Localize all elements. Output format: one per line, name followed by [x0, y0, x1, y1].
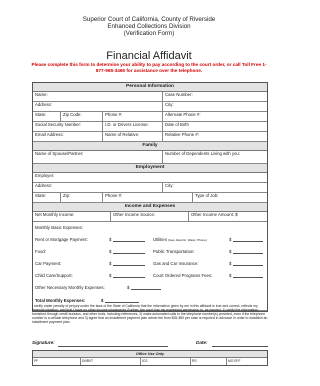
court-name: Superior Court of California, County of …	[82, 16, 216, 23]
financial-affidavit-page: Superior Court of California, County of …	[0, 0, 298, 386]
address-field[interactable]: Address:	[33, 102, 163, 111]
page-title: Financial Affidavit	[106, 50, 192, 62]
employer-state-field[interactable]: State:	[33, 193, 61, 202]
gas-insurance-input[interactable]	[233, 265, 263, 266]
section-income: Income and Expenses	[33, 203, 267, 212]
state-field[interactable]: State:	[33, 112, 61, 121]
utilities-label-text: Utilities	[153, 237, 167, 242]
food-label: Food:	[35, 249, 46, 254]
transport-currency: $	[229, 249, 232, 254]
alt-phone-field[interactable]: Alternate Phone #:	[163, 112, 267, 121]
signature-line[interactable]	[58, 346, 168, 347]
utilities-currency: $	[229, 237, 232, 242]
office-cell-rs: RS	[191, 358, 227, 365]
office-use-heading: Office Use Only	[33, 351, 267, 358]
transport-label: Public Transportation:	[153, 249, 195, 254]
total-expenses-currency: $	[101, 298, 104, 303]
email-field[interactable]: Email Address:	[33, 132, 103, 141]
other-expenses-input[interactable]	[131, 289, 161, 290]
employer-city-field[interactable]: City:	[163, 183, 267, 192]
office-cell-dnrit: DNR/IT	[81, 358, 141, 365]
section-personal: Personal Information	[33, 83, 267, 92]
office-cell-ics: ICS	[141, 358, 191, 365]
gas-insurance-label: Gas and Car Insurance:	[153, 261, 199, 266]
court-fees-label: Court Ordered Programs Fees:	[153, 273, 213, 278]
car-currency: $	[109, 261, 112, 266]
date-line[interactable]	[212, 346, 268, 347]
court-fees-currency: $	[229, 273, 232, 278]
form-note: (Verification Form)	[123, 30, 175, 37]
dependents-field[interactable]: Number of Dependents Living with you:	[163, 151, 267, 163]
date-label: Date:	[196, 340, 208, 345]
basic-expenses-label: Monthly Basic Expenses:	[35, 225, 84, 230]
affidavit-form: Personal Information Name: Case Number: …	[32, 82, 268, 312]
dob-field[interactable]: Date of Birth	[163, 122, 267, 131]
car-label: Car Payment:	[35, 261, 62, 266]
office-cell-pf: PF	[33, 358, 81, 365]
food-input[interactable]	[113, 253, 145, 254]
utilities-label: Utilities (Gas, Electric, Water, Phone)	[153, 237, 207, 243]
child-care-input[interactable]	[113, 277, 145, 278]
car-input[interactable]	[113, 265, 145, 266]
notice-text: Please complete this form to determine y…	[31, 62, 267, 73]
other-expenses-label: Other Necessary Monthly Expenses:	[35, 285, 105, 290]
total-expenses-label: Total Monthly Expenses:	[35, 298, 86, 303]
net-income-field[interactable]: Net Monthly Income:	[33, 212, 111, 221]
transport-input[interactable]	[233, 253, 263, 254]
phone-field[interactable]: Phone #:	[103, 112, 163, 121]
section-employment: Employment	[33, 164, 267, 173]
case-number-field[interactable]: Case Number:	[163, 92, 267, 101]
gas-insurance-currency: $	[229, 261, 232, 266]
employer-address-field[interactable]: Address:	[33, 183, 163, 192]
child-care-label: Child Care/Support:	[35, 273, 73, 278]
rent-label: Rent or Mortgage Payment:	[35, 237, 88, 242]
court-header: Superior Court of California, County of …	[0, 16, 298, 37]
certification-text: I certify under penalty of perjury under…	[32, 304, 268, 325]
relative-field[interactable]: Name of Relative:	[103, 132, 163, 141]
zip-field[interactable]: Zip Code:	[61, 112, 103, 121]
city-field[interactable]: City:	[163, 102, 267, 111]
rent-input[interactable]	[113, 241, 145, 242]
job-type-field[interactable]: Type of Job:	[193, 193, 267, 202]
office-cell-mo-eff: MO EFF	[228, 358, 241, 363]
other-income-amount-field[interactable]: Other Income Amount: $	[189, 212, 267, 221]
name-field[interactable]: Name:	[33, 92, 163, 101]
total-expenses-input[interactable]	[105, 302, 139, 303]
other-income-currency: $	[235, 212, 238, 217]
child-care-currency: $	[109, 273, 112, 278]
employer-zip-field[interactable]: Zip:	[61, 193, 103, 202]
expenses-block: Monthly Basic Expenses: Rent or Mortgage…	[33, 222, 267, 311]
other-income-source-field[interactable]: Other Income Source:	[111, 212, 189, 221]
food-currency: $	[109, 249, 112, 254]
court-fees-input[interactable]	[233, 277, 263, 278]
spouse-field[interactable]: Name of Spouse/Partner:	[33, 151, 163, 163]
ssn-field[interactable]: Social Security Number:	[33, 122, 103, 131]
relative-phone-field[interactable]: Relative Phone #:	[163, 132, 267, 141]
section-family: Family	[33, 142, 267, 151]
rent-currency: $	[109, 237, 112, 242]
signature-label: Signature:	[32, 340, 55, 345]
employer-field[interactable]: Employer:	[33, 173, 267, 182]
employer-phone-field[interactable]: Phone #:	[103, 193, 193, 202]
license-field[interactable]: I.D. or Drivers License:	[103, 122, 163, 131]
utilities-note: (Gas, Electric, Water, Phone)	[168, 238, 207, 242]
utilities-input[interactable]	[233, 241, 263, 242]
other-expenses-currency: $	[127, 285, 130, 290]
other-income-amount-label: Other Income Amount:	[191, 212, 234, 217]
office-use-box: Office Use Only PF DNR/IT ICS RS MO EFF	[32, 350, 268, 366]
division-name: Enhanced Collections Division	[107, 23, 191, 30]
